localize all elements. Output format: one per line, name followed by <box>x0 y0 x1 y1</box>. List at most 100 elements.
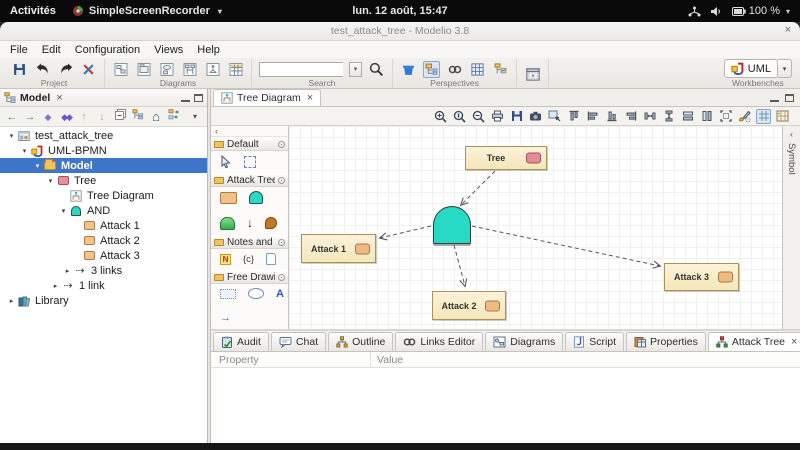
zoom-in-icon[interactable] <box>433 109 448 124</box>
save-image-icon[interactable] <box>509 109 524 124</box>
node-tree[interactable]: Tree <box>465 146 547 170</box>
align-bottom-icon[interactable] <box>604 109 619 124</box>
and-gate-tool[interactable] <box>249 191 263 204</box>
search-dropdown-icon[interactable]: ▾ <box>349 62 362 77</box>
collapse-all-icon[interactable] <box>112 109 128 125</box>
distribute-columns-icon[interactable] <box>642 109 657 124</box>
battery-indicator[interactable]: 100 % <box>732 5 790 17</box>
print-icon[interactable] <box>490 109 505 124</box>
rectangle-tool[interactable] <box>220 289 236 299</box>
ellipse-tool[interactable] <box>248 288 264 299</box>
line-tool[interactable] <box>220 312 231 324</box>
pin-icon[interactable] <box>278 274 285 281</box>
tab-close-icon[interactable] <box>789 336 797 348</box>
note-tool[interactable] <box>220 254 231 265</box>
editor-minimize-icon[interactable] <box>770 94 779 102</box>
countermeasure-tool[interactable] <box>265 217 277 229</box>
symbol-expand-icon[interactable]: ‹ <box>790 129 793 139</box>
align-top-icon[interactable] <box>566 109 581 124</box>
pin-icon[interactable] <box>278 177 285 184</box>
tab-attack-tree[interactable]: Attack Tree <box>708 332 800 351</box>
expander-icon[interactable] <box>19 147 30 155</box>
column-value[interactable]: Value <box>371 354 403 366</box>
column-property[interactable]: Property <box>211 352 371 367</box>
palette-section-notes[interactable]: Notes and ... <box>211 235 288 249</box>
tab-tree-diagram[interactable]: Tree Diagram <box>213 89 321 106</box>
menu-file[interactable]: File <box>3 44 35 56</box>
tab-chat[interactable]: Chat <box>271 332 326 351</box>
tab-diagrams[interactable]: Diagrams <box>485 332 563 351</box>
document-tool[interactable] <box>266 253 276 265</box>
expander-icon[interactable] <box>58 207 69 215</box>
diagram-canvas[interactable]: Tree Attack 1 Attack 2 Attack 3 <box>289 126 782 329</box>
tree-item-1-link[interactable]: 1 link <box>0 278 207 293</box>
tab-script[interactable]: Script <box>565 332 624 351</box>
menu-views[interactable]: Views <box>147 44 190 56</box>
related-elements-icon[interactable]: ◆ <box>40 109 56 125</box>
text-tool[interactable] <box>276 288 284 300</box>
links-perspective-button[interactable] <box>446 61 463 78</box>
same-height-icon[interactable] <box>699 109 714 124</box>
tab-properties[interactable]: Properties <box>626 332 706 351</box>
pin-icon[interactable] <box>278 141 285 148</box>
pin-icon[interactable] <box>278 239 285 246</box>
property-table-body[interactable] <box>211 368 800 443</box>
home-icon[interactable]: ⌂ <box>148 109 164 125</box>
tree-item-attack-3[interactable]: Attack 3 <box>0 248 207 263</box>
expander-icon[interactable] <box>6 297 17 305</box>
navigate-back-icon[interactable]: ← <box>4 109 20 125</box>
window-layout-button[interactable] <box>524 66 541 83</box>
tree-item-library[interactable]: Library <box>0 293 207 308</box>
model-tab-close-icon[interactable] <box>54 92 62 104</box>
zoom-actual-icon[interactable] <box>452 109 467 124</box>
node-attack-2[interactable]: Attack 2 <box>432 291 506 320</box>
distribute-rows-icon[interactable] <box>661 109 676 124</box>
workbench-dropdown-icon[interactable]: ▾ <box>778 59 792 78</box>
marquee-zoom-tool[interactable] <box>244 156 256 168</box>
search-input[interactable] <box>259 62 343 77</box>
configure-tools-button[interactable] <box>80 61 97 78</box>
navigate-forward-icon[interactable]: → <box>22 109 38 125</box>
clock[interactable]: lun. 12 août, 15:47 <box>352 5 447 17</box>
activities-button[interactable]: Activités <box>10 5 56 17</box>
class-diagram-button[interactable] <box>112 61 129 78</box>
select-tool[interactable] <box>220 155 232 168</box>
tree-item-and[interactable]: AND <box>0 203 207 218</box>
redo-button[interactable] <box>57 61 74 78</box>
palette-section-attack-tree[interactable]: Attack Tree <box>211 173 288 187</box>
workspace-icon-button[interactable] <box>400 61 417 78</box>
tab-close-icon[interactable] <box>305 92 313 104</box>
link-with-editor-icon[interactable] <box>130 109 146 125</box>
model-explorer-perspective-button[interactable] <box>423 61 440 78</box>
expander-icon[interactable] <box>6 132 17 140</box>
expander-icon[interactable] <box>32 162 43 170</box>
menu-edit[interactable]: Edit <box>35 44 68 56</box>
matrix-diagram-button[interactable] <box>227 61 244 78</box>
symbol-tab[interactable]: Symbol <box>786 143 797 175</box>
move-up-icon[interactable]: ↑ <box>76 109 92 125</box>
tab-links-editor[interactable]: Links Editor <box>395 332 483 351</box>
expander-icon[interactable] <box>45 177 56 185</box>
node-and-gate[interactable] <box>433 206 471 244</box>
sync-tree-icon[interactable] <box>166 109 182 125</box>
palette-section-free-drawing[interactable]: Free Drawing <box>211 270 288 284</box>
active-app-menu[interactable]: SimpleScreenRecorder <box>72 5 222 17</box>
tab-outline[interactable]: Outline <box>328 332 393 351</box>
page-layout-icon[interactable] <box>775 109 790 124</box>
model-view-button[interactable] <box>492 61 509 78</box>
tree-item-uml-bpmn[interactable]: UML-BPMN <box>0 143 207 158</box>
node-attack-1[interactable]: Attack 1 <box>301 234 376 263</box>
move-down-icon[interactable]: ↓ <box>94 109 110 125</box>
menu-help[interactable]: Help <box>190 44 227 56</box>
align-right-icon[interactable] <box>623 109 638 124</box>
sequence-diagram-button[interactable] <box>181 61 198 78</box>
workbench-selector[interactable]: UML <box>724 59 778 78</box>
zoom-selection-icon[interactable] <box>547 109 562 124</box>
tree-item-attack-1[interactable]: Attack 1 <box>0 218 207 233</box>
palette-section-default[interactable]: Default <box>211 137 288 151</box>
or-gate-tool[interactable] <box>220 217 235 230</box>
tree-item-tree-diagram[interactable]: Tree Diagram <box>0 188 207 203</box>
node-attack-3[interactable]: Attack 3 <box>664 263 739 291</box>
search-icon[interactable] <box>368 61 385 78</box>
tree-item-attack-2[interactable]: Attack 2 <box>0 233 207 248</box>
